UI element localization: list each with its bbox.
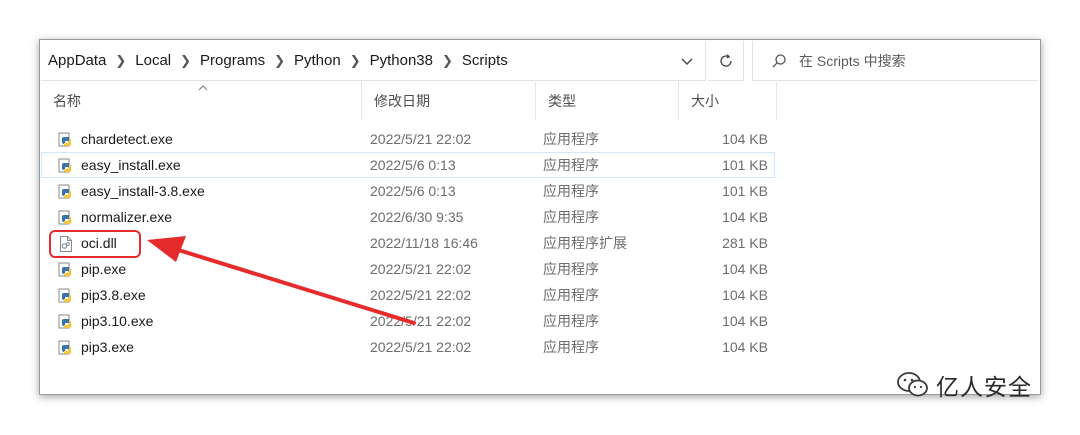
wechat-icon — [897, 372, 928, 397]
watermark: 亿人安全 — [896, 368, 1032, 402]
watermark-text: 亿人安全 — [936, 375, 1032, 401]
